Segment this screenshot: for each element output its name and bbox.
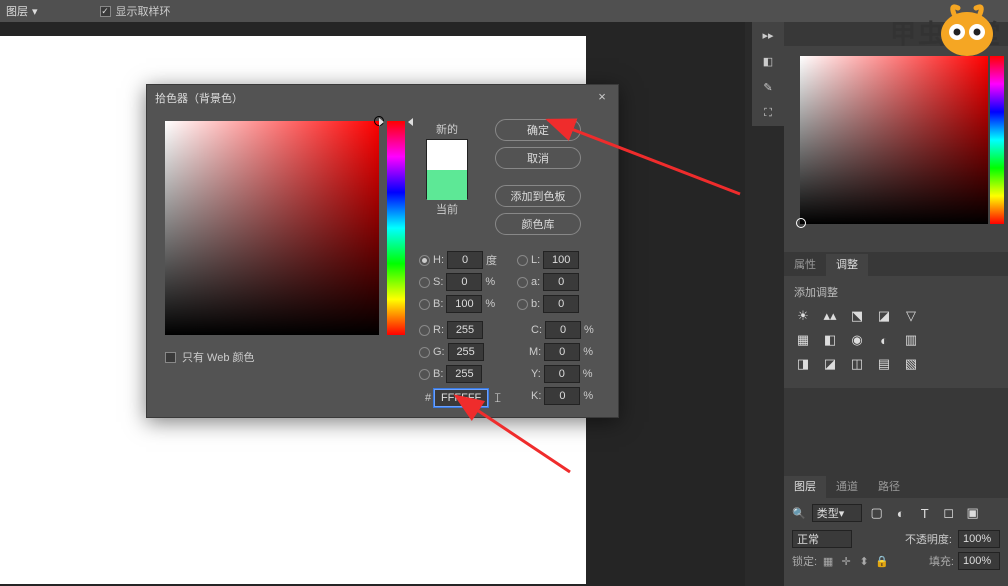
tab-adjustments[interactable]: 调整 xyxy=(826,254,868,276)
s-radio[interactable] xyxy=(419,277,430,288)
lock-position-icon[interactable]: ✛ xyxy=(839,554,853,568)
mini-hue-slider[interactable] xyxy=(990,56,1004,224)
invert-icon[interactable]: ◨ xyxy=(794,356,812,372)
r-radio[interactable] xyxy=(419,325,430,336)
mini-color-cursor xyxy=(796,218,806,228)
hue-thumb[interactable] xyxy=(383,118,409,124)
b2-input[interactable] xyxy=(543,295,579,313)
l-input[interactable] xyxy=(543,251,579,269)
exposure-icon[interactable]: ◪ xyxy=(875,308,893,324)
color-field[interactable] xyxy=(165,121,379,335)
current-label: 当前 xyxy=(417,201,477,217)
cancel-button[interactable]: 取消 xyxy=(495,147,581,169)
g-radio[interactable] xyxy=(419,347,430,358)
new-label: 新的 xyxy=(417,121,477,137)
ok-button[interactable]: 确定 xyxy=(495,119,581,141)
watermark-logo xyxy=(934,0,1000,60)
show-sample-ring-label: 显示取样环 xyxy=(116,3,171,19)
lock-label: 锁定: xyxy=(792,553,817,569)
lut-icon[interactable]: ▥ xyxy=(902,332,920,348)
l-radio[interactable] xyxy=(517,255,528,266)
web-only-label: 只有 Web 颜色 xyxy=(182,349,255,365)
preview-current-color[interactable] xyxy=(427,170,467,200)
lock-artboard-icon[interactable]: ⬍ xyxy=(857,554,871,568)
filter-smart-icon[interactable]: ▣ xyxy=(964,505,982,521)
bw-icon[interactable]: ◧ xyxy=(821,332,839,348)
photo-filter-icon[interactable]: ◉ xyxy=(848,332,866,348)
bb-radio[interactable] xyxy=(419,369,430,380)
dialog-titlebar[interactable]: 拾色器（背景色） × xyxy=(147,85,618,111)
blend-mode[interactable]: 正常 xyxy=(792,530,852,548)
layer-dropdown[interactable]: 图层 ▾ xyxy=(6,3,38,19)
show-sample-ring-checkbox[interactable] xyxy=(100,6,111,17)
color-panel xyxy=(784,46,1008,252)
color-picker-dialog: 拾色器（背景色） × 新的 当前 确定 取消 添加到色板 颜色库 H:度 S:%… xyxy=(146,84,619,418)
color-preview xyxy=(426,139,468,199)
lock-all-icon[interactable]: 🔒 xyxy=(875,554,889,568)
layers-panel: 图层 通道 路径 🔍 类型 ▾ ▢ ◐ T ◻ ▣ 正常 不透明度: 100% … xyxy=(784,476,1008,586)
right-panels: ▸▸ ◧ ✎ ⛶ 属性 调整 添加调整 ☀ ▴▴ ⬔ ◪ ▽ ▦ ◧ xyxy=(784,22,1008,586)
threshold-icon[interactable]: ◫ xyxy=(848,356,866,372)
tool-icon[interactable]: ▸▸ xyxy=(752,22,784,48)
r-input[interactable] xyxy=(447,321,483,339)
brush-icon[interactable]: ✎ xyxy=(752,74,784,100)
color-library-button[interactable]: 颜色库 xyxy=(495,213,581,235)
tab-properties[interactable]: 属性 xyxy=(784,254,826,276)
tab-channels[interactable]: 通道 xyxy=(826,476,868,498)
h-radio[interactable] xyxy=(419,255,430,266)
adjust-title: 添加调整 xyxy=(794,284,998,300)
type-filter[interactable]: 类型 ▾ xyxy=(812,504,862,522)
k-input[interactable] xyxy=(544,387,580,405)
web-only-checkbox[interactable] xyxy=(165,352,176,363)
b2-radio[interactable] xyxy=(517,299,528,310)
fill-input[interactable]: 100% xyxy=(958,552,1000,570)
clone-icon[interactable]: ⛶ xyxy=(752,100,784,126)
adjustments-panel: 属性 调整 添加调整 ☀ ▴▴ ⬔ ◪ ▽ ▦ ◧ ◉ ◐ ▥ ◨ ◪ ◫ xyxy=(784,254,1008,388)
history-icon[interactable]: ◧ xyxy=(752,48,784,74)
filter-shape-icon[interactable]: ◻ xyxy=(940,505,958,521)
b-radio[interactable] xyxy=(419,299,430,310)
lock-pixels-icon[interactable]: ▦ xyxy=(821,554,835,568)
filter-type-icon[interactable]: T xyxy=(916,505,934,521)
a-input[interactable] xyxy=(543,273,579,291)
selective-color-icon[interactable]: ▧ xyxy=(902,356,920,372)
brightness-icon[interactable]: ☀ xyxy=(794,308,812,324)
text-cursor-icon: 𝙸 xyxy=(493,390,499,406)
bv-input[interactable] xyxy=(446,295,482,313)
search-icon[interactable]: 🔍 xyxy=(792,507,806,520)
filter-adjust-icon[interactable]: ◐ xyxy=(892,505,910,521)
dialog-title: 拾色器（背景色） xyxy=(155,90,243,106)
chevron-down-icon: ▾ xyxy=(32,5,38,18)
add-swatch-button[interactable]: 添加到色板 xyxy=(495,185,581,207)
hue-slider[interactable] xyxy=(387,121,405,335)
tool-column: ▸▸ ◧ ✎ ⛶ xyxy=(752,22,784,126)
filter-image-icon[interactable]: ▢ xyxy=(868,505,886,521)
channel-mixer-icon[interactable]: ◐ xyxy=(875,332,893,348)
y-input[interactable] xyxy=(544,365,580,383)
preview-new-color xyxy=(427,140,467,170)
posterize-icon[interactable]: ◪ xyxy=(821,356,839,372)
m-input[interactable] xyxy=(544,343,580,361)
levels-icon[interactable]: ▴▴ xyxy=(821,308,839,324)
mini-color-field[interactable] xyxy=(800,56,988,224)
opacity-label: 不透明度: xyxy=(905,531,952,547)
vibrance-icon[interactable]: ▽ xyxy=(902,308,920,324)
h-input[interactable] xyxy=(447,251,483,269)
s-input[interactable] xyxy=(446,273,482,291)
bb-input[interactable] xyxy=(446,365,482,383)
opacity-input[interactable]: 100% xyxy=(958,530,1000,548)
close-icon[interactable]: × xyxy=(594,89,610,105)
a-radio[interactable] xyxy=(517,277,528,288)
curves-icon[interactable]: ⬔ xyxy=(848,308,866,324)
hex-input[interactable] xyxy=(434,389,488,407)
tab-paths[interactable]: 路径 xyxy=(868,476,910,498)
fill-label: 填充: xyxy=(929,553,954,569)
hex-label: # xyxy=(425,392,431,404)
g-input[interactable] xyxy=(448,343,484,361)
c-input[interactable] xyxy=(545,321,581,339)
hue-icon[interactable]: ▦ xyxy=(794,332,812,348)
tab-layers[interactable]: 图层 xyxy=(784,476,826,498)
gradient-map-icon[interactable]: ▤ xyxy=(875,356,893,372)
